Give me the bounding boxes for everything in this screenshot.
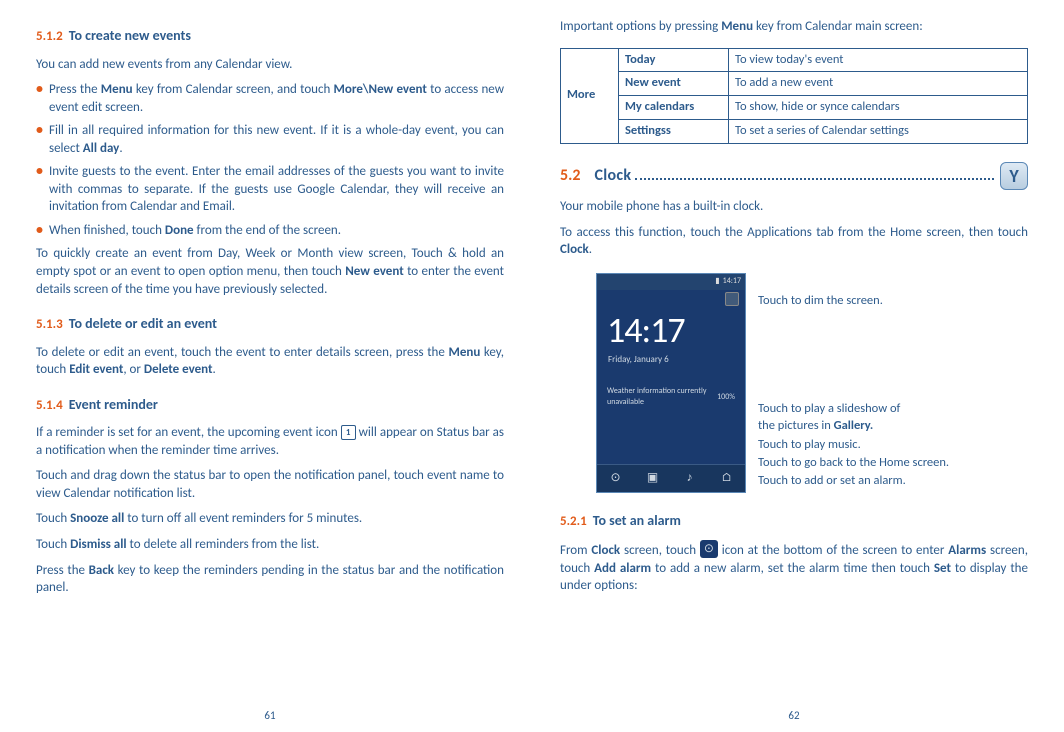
status-bar: ▮ 14:17 [597,274,745,290]
bullet-text: Fill in all required information for thi… [49,122,504,157]
heading-title: To create new events [69,27,191,46]
page-number: 61 [8,709,532,724]
cell-desc: To set a series of Calendar settings [729,120,1028,144]
music-icon: ♪ [682,470,698,486]
heading-5-2-1: 5.2.1 To set an alarm [560,507,1028,535]
bullet-item: • When finished, touch Done from the end… [36,222,504,240]
clock-date: Friday, January 6 [597,354,745,366]
alarm-icon: ⊙ [608,470,624,486]
callout-music: Touch to play music. [758,437,861,454]
heading-number: 5.1.4 [36,397,63,415]
table-row: My calendars To show, hide or synce cale… [561,96,1028,120]
table-row: More Today To view today's event [561,48,1028,72]
page-right: Important options by pressing Menu key f… [532,18,1056,724]
heading-title: To delete or edit an event [69,315,217,334]
callouts: Touch to dim the screen. Touch to play a… [758,273,1028,493]
cell-desc: To add a new event [729,72,1028,96]
bullet-item: • Fill in all required information for t… [36,122,504,157]
cell-desc: To show, hide or synce calendars [729,96,1028,120]
heading-number: 5.1.2 [36,28,63,46]
cell-key: New event [619,72,729,96]
cell-more: More [561,48,619,144]
intro-text: You can add new events from any Calendar… [36,56,504,74]
bullet-item: • Invite guests to the event. Enter the … [36,163,504,216]
bullet-dot: • [36,222,43,240]
status-time: 14:17 [723,276,741,287]
paragraph: To quickly create an event from Day, Wee… [36,245,504,298]
gallery-icon: ▣ [645,470,661,486]
paragraph: Important options by pressing Menu key f… [560,18,1028,36]
paragraph: From Clock screen, touch ⊙ icon at the b… [560,540,1028,595]
table-row: New event To add a new event [561,72,1028,96]
clock-time: 14:17 [597,290,745,355]
signal-icon: ▮ [715,276,719,287]
phone-illustration: ▮ 14:17 14:17 Friday, January 6 Weather … [596,273,1028,493]
cell-key: My calendars [619,96,729,120]
heading-number: 5.1.3 [36,316,63,334]
cell-key: Today [619,48,729,72]
page-number: 62 [532,709,1056,724]
weather-text: Weather information currently unavailabl… [607,386,706,408]
callout-home: Touch to go back to the Home screen. [758,455,949,472]
dim-button [725,292,739,306]
cell-key: Settingss [619,120,729,144]
section-number: 5.2 [560,165,581,187]
phone-screen: ▮ 14:17 14:17 Friday, January 6 Weather … [596,273,746,493]
bullet-item: • Press the Menu key from Calendar scree… [36,81,504,116]
callout-alarm: Touch to add or set an alarm. [758,473,906,490]
heading-5-1-3: 5.1.3 To delete or edit an event [36,310,504,338]
paragraph: Press the Back key to keep the reminders… [36,562,504,597]
options-table: More Today To view today's event New eve… [560,48,1028,145]
heading-number: 5.2.1 [560,513,587,531]
page-left: 5.1.2 To create new events You can add n… [8,18,532,724]
bullet-dot: • [36,81,43,116]
paragraph: Touch Snooze all to turn off all event r… [36,510,504,528]
paragraph: Touch and drag down the status bar to op… [36,467,504,502]
section-heading-5-2: 5.2 Clock Y [560,162,1028,190]
bullet-dot: • [36,163,43,216]
callout-dim: Touch to dim the screen. [758,293,883,310]
bullet-text: Press the Menu key from Calendar screen,… [49,81,504,116]
paragraph: If a reminder is set for an event, the u… [36,424,504,459]
bullet-text: Invite guests to the event. Enter the em… [49,163,504,216]
weather-row: Weather information currently unavailabl… [597,366,745,408]
cell-desc: To view today's event [729,48,1028,72]
heading-5-1-4: 5.1.4 Event reminder [36,391,504,419]
event-icon: 1 [341,425,356,440]
heading-title: Event reminder [69,396,158,415]
alarm-small-icon: ⊙ [700,540,718,558]
table-row: Settingss To set a series of Calendar se… [561,120,1028,144]
heading-title: To set an alarm [593,512,681,531]
bottom-bar: ⊙ ▣ ♪ ⌂ [597,464,745,492]
clock-app-icon: Y [1000,162,1028,190]
bullet-dot: • [36,122,43,157]
section-title: Clock [595,165,1001,187]
heading-5-1-2: 5.1.2 To create new events [36,22,504,50]
battery-pct: 100% [717,392,735,403]
leader-dots [635,178,994,180]
paragraph: To delete or edit an event, touch the ev… [36,344,504,379]
paragraph: Your mobile phone has a built-in clock. [560,198,1028,216]
paragraph: Touch Dismiss all to delete all reminder… [36,536,504,554]
bullet-text: When finished, touch Done from the end o… [49,222,504,240]
callout-gallery: Touch to play a slideshow of the picture… [758,401,900,435]
paragraph: To access this function, touch the Appli… [560,224,1028,259]
home-icon: ⌂ [719,470,735,486]
